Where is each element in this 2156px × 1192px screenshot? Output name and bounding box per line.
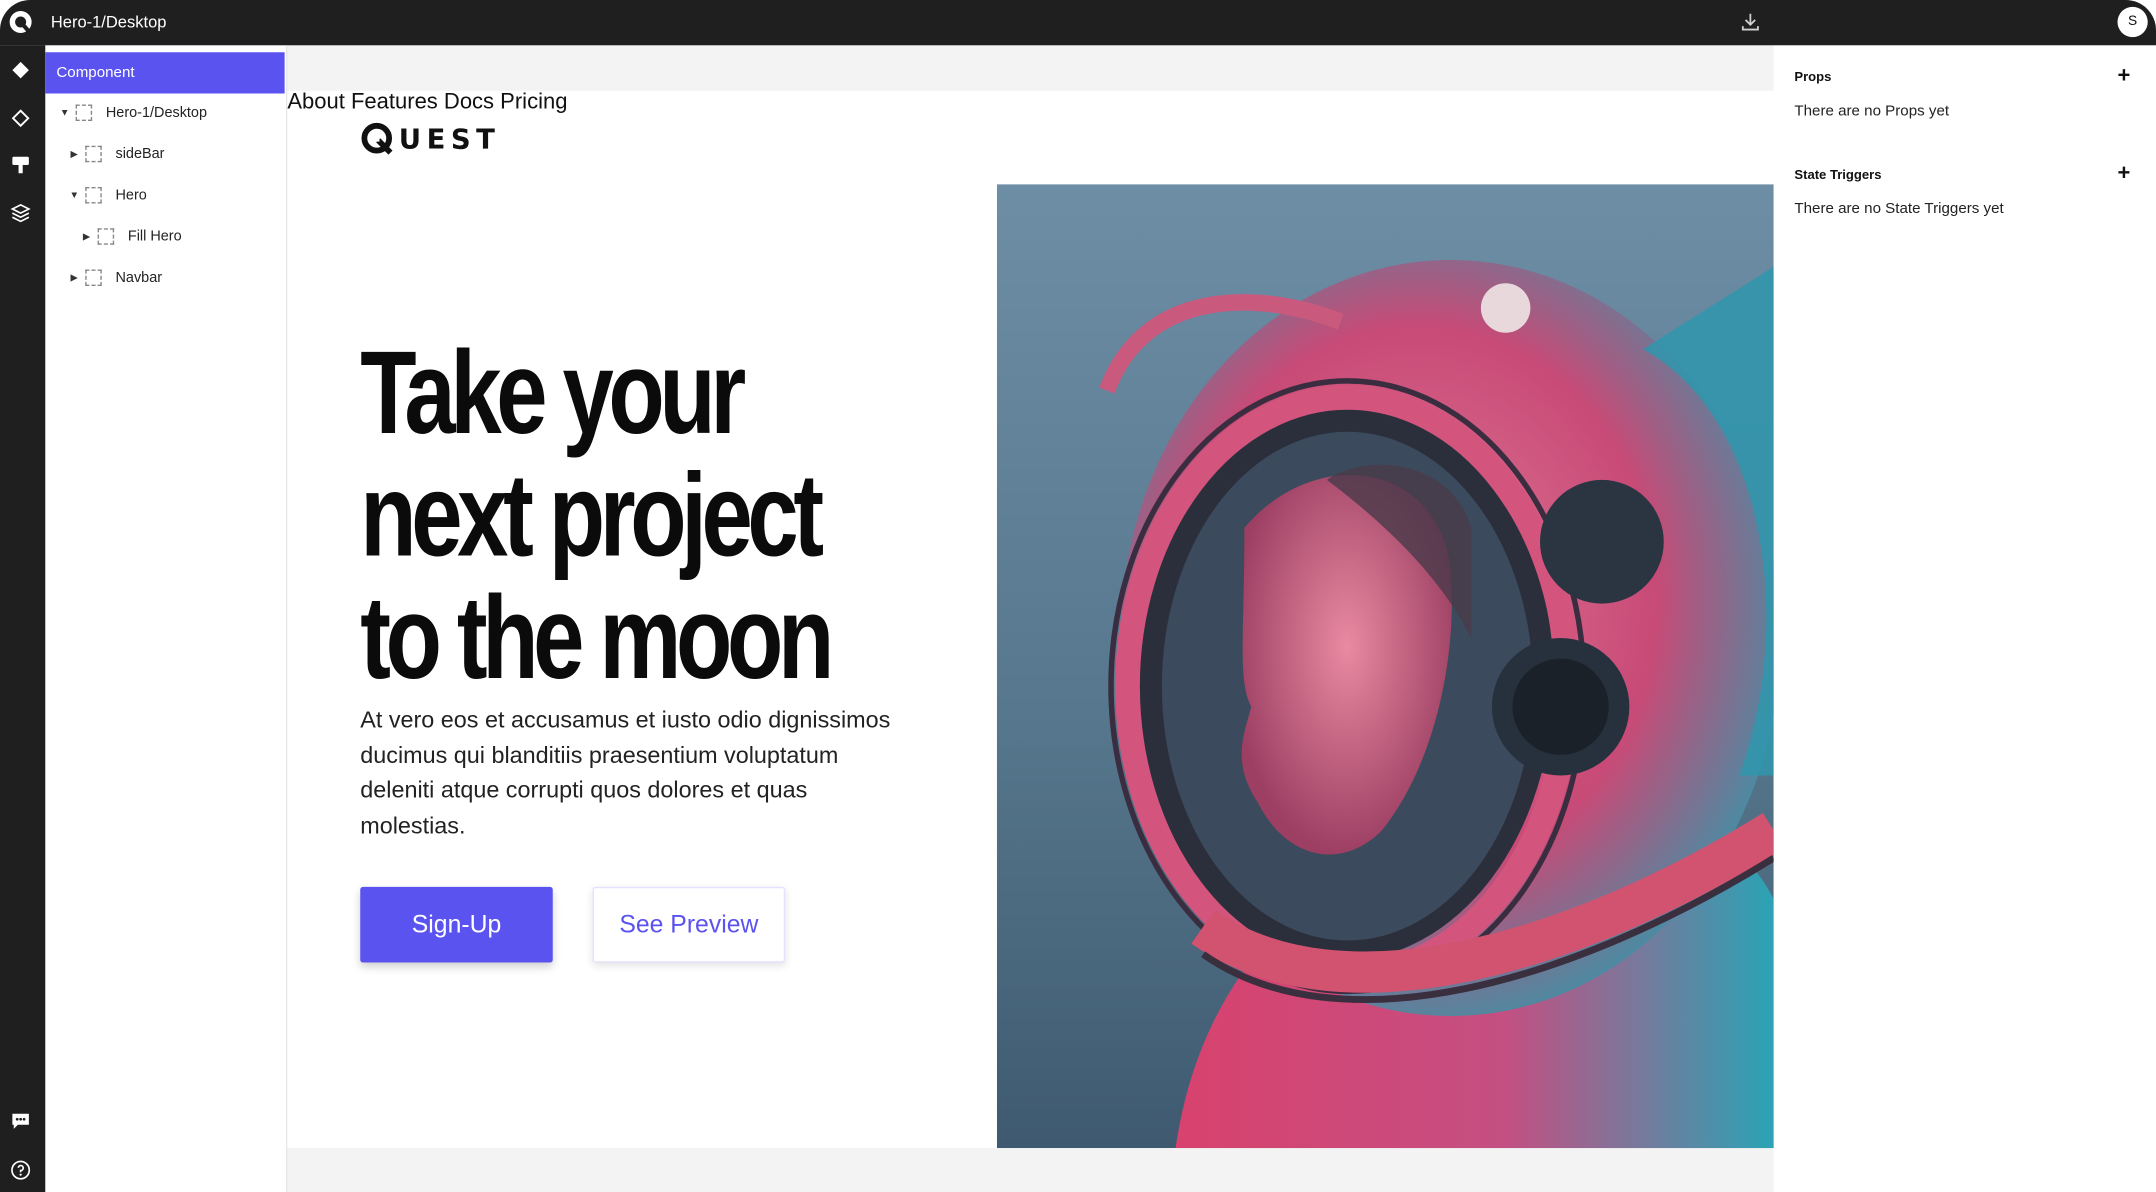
headline-line-2: next project [360, 449, 824, 582]
frame-icon [85, 145, 102, 163]
props-panel: Props + There are no Props yet State Tri… [1773, 45, 2156, 1192]
nav-docs[interactable]: Docs [444, 91, 494, 114]
frame-icon [75, 104, 93, 121]
caret-down-icon[interactable]: ▼ [69, 190, 80, 200]
state-triggers-title: State Triggers [1794, 167, 1882, 183]
caret-right-icon[interactable]: ▶ [81, 231, 92, 242]
layer-item-hero-1-desktop[interactable]: ▼ Hero-1/Desktop [59, 100, 207, 125]
nav-features[interactable]: Features [351, 91, 438, 114]
tool-rail [0, 45, 46, 1192]
frame-icon [85, 187, 102, 204]
add-trigger-icon[interactable]: + [2118, 163, 2131, 186]
caret-down-icon[interactable]: ▼ [59, 108, 70, 118]
app-window: Hero-1/Desktop S Component ▼ Hero-1/Desk… [0, 0, 2156, 1192]
nav-about[interactable]: About [287, 91, 344, 114]
diamond-outline-icon[interactable] [10, 107, 32, 129]
headline-line-3: to the moon [360, 572, 834, 704]
caret-right-icon[interactable]: ▶ [69, 272, 80, 284]
hero-frame[interactable]: UEST About Features Docs Pricing Take yo… [287, 90, 1774, 1149]
frame-icon [97, 228, 115, 245]
component-icon[interactable] [10, 59, 32, 81]
nav-pricing[interactable]: Pricing [500, 91, 567, 114]
props-empty-text: There are no Props yet [1794, 103, 1950, 120]
layer-label: sideBar [115, 145, 165, 163]
layer-label: Hero-1/Desktop [105, 104, 207, 122]
caret-right-icon[interactable]: ▶ [69, 149, 80, 160]
design-canvas[interactable]: UEST About Features Docs Pricing Take yo… [287, 45, 1774, 1192]
add-prop-icon[interactable]: + [2118, 65, 2131, 88]
hero-paragraph: At vero eos et accusamus et iusto odio d… [360, 706, 891, 839]
layer-label: Fill Hero [127, 228, 182, 245]
app-logo-icon[interactable] [8, 10, 33, 35]
triggers-empty-text: There are no State Triggers yet [1794, 200, 2004, 218]
brand-logo[interactable]: UEST [360, 121, 500, 157]
layer-item-hero[interactable]: ▼ Hero [69, 183, 147, 208]
top-bar: Hero-1/Desktop S [0, 0, 2156, 46]
layer-item-sidebar[interactable]: ▶ sideBar [69, 142, 165, 167]
signup-button[interactable]: Sign-Up [360, 886, 553, 963]
quest-q-icon [361, 122, 393, 155]
props-title: Props [1794, 70, 1832, 86]
frame-icon [85, 269, 102, 286]
layers-header[interactable]: Component [45, 52, 285, 94]
brand-wordmark: UEST [398, 122, 501, 156]
hero-headline: Take your next project to the moon [360, 327, 834, 704]
chat-icon[interactable] [10, 1110, 32, 1132]
paint-roller-icon[interactable] [10, 154, 32, 176]
layer-label: Navbar [115, 269, 163, 287]
layers-panel: Component ▼ Hero-1/Desktop ▶ sideBar ▼ H… [45, 45, 288, 1192]
download-icon[interactable] [1739, 11, 1761, 33]
avatar[interactable]: S [2117, 6, 2148, 38]
layer-label: Hero [115, 187, 147, 204]
layer-item-fill-hero[interactable]: ▶ Fill Hero [81, 224, 182, 249]
layer-item-navbar[interactable]: ▶ Navbar [69, 265, 162, 290]
headline-line-1: Take your [360, 327, 746, 460]
see-preview-button[interactable]: See Preview [592, 886, 786, 963]
help-icon[interactable] [10, 1159, 32, 1181]
window-title: Hero-1/Desktop [50, 12, 167, 32]
hero-image [996, 184, 1774, 1149]
layers-icon[interactable] [10, 202, 32, 224]
